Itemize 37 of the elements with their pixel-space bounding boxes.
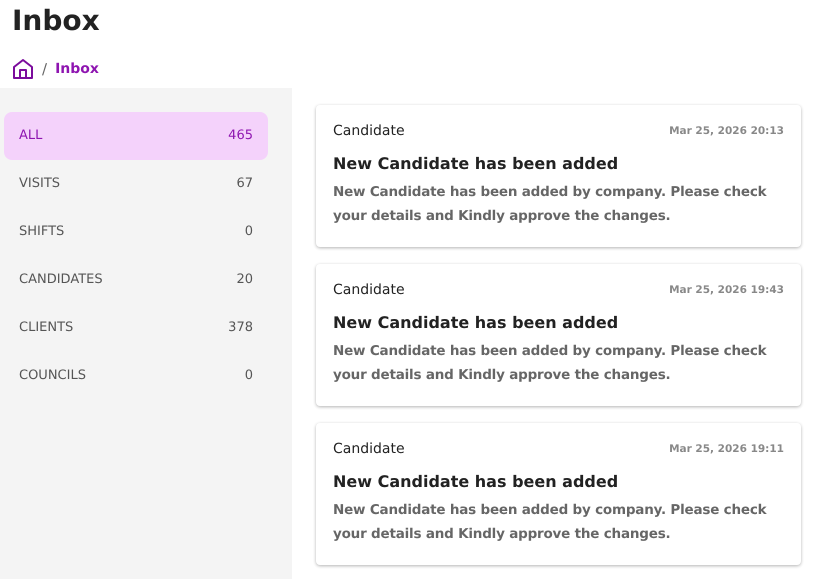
message-time: Mar 25, 2026 19:43: [669, 282, 784, 298]
category-label: COUNCILS: [19, 367, 86, 386]
category-item[interactable]: ALL 465: [4, 112, 268, 160]
category-item[interactable]: SHIFTS 0: [4, 208, 268, 256]
home-icon[interactable]: [12, 58, 34, 80]
category-item[interactable]: COUNCILS 0: [4, 352, 268, 400]
message-body: New Candidate has been added by company. Please check your details and Kindly approve the changes.: [333, 342, 768, 385]
category-count: 0: [244, 367, 253, 386]
category-item[interactable]: CANDIDATES 20: [4, 256, 268, 304]
message-body: New Candidate has been added by company. Please check your details and Kindly approve the changes.: [333, 501, 768, 544]
page-title: Inbox: [12, 4, 100, 38]
breadcrumb-separator: /: [42, 58, 48, 80]
category-label: SHIFTS: [19, 223, 64, 242]
category-label: ALL: [19, 127, 42, 146]
message-category: Candidate: [333, 440, 405, 459]
message-time: Mar 25, 2026 20:13: [669, 124, 784, 139]
category-label: CLIENTS: [19, 319, 74, 338]
message-title: New Candidate has been added: [333, 312, 618, 334]
message-card[interactable]: Candidate Mar 25, 2026 19:11 New Candidate has been added New Candidate has been added by company. Please check your details and Kindly approve the changes.: [316, 423, 801, 565]
message-card[interactable]: Candidate Mar 25, 2026 20:13 New Candidate has been added New Candidate has been added by company. Please check your details and Kindly approve the changes.: [316, 105, 801, 247]
category-count: 67: [236, 175, 253, 194]
message-title: New Candidate has been added: [333, 153, 618, 175]
message-card[interactable]: Candidate Mar 25, 2026 19:43 New Candidate has been added New Candidate has been added by company. Please check your details and Kindly approve the changes.: [316, 264, 801, 406]
message-time: Mar 25, 2026 19:11: [669, 442, 784, 457]
message-category: Candidate: [333, 122, 405, 141]
category-label: CANDIDATES: [19, 271, 103, 290]
category-count: 0: [244, 223, 253, 242]
category-count: 20: [236, 271, 253, 290]
message-category: Candidate: [333, 281, 405, 300]
message-body: New Candidate has been added by company. Please check your details and Kindly approve the changes.: [333, 183, 768, 226]
category-count: 465: [228, 127, 253, 146]
category-item[interactable]: VISITS 67: [4, 160, 268, 208]
breadcrumb-current: Inbox: [55, 60, 99, 78]
category-count: 378: [228, 319, 253, 338]
message-title: New Candidate has been added: [333, 471, 618, 493]
category-item[interactable]: CLIENTS 378: [4, 304, 268, 352]
category-label: VISITS: [19, 175, 60, 194]
